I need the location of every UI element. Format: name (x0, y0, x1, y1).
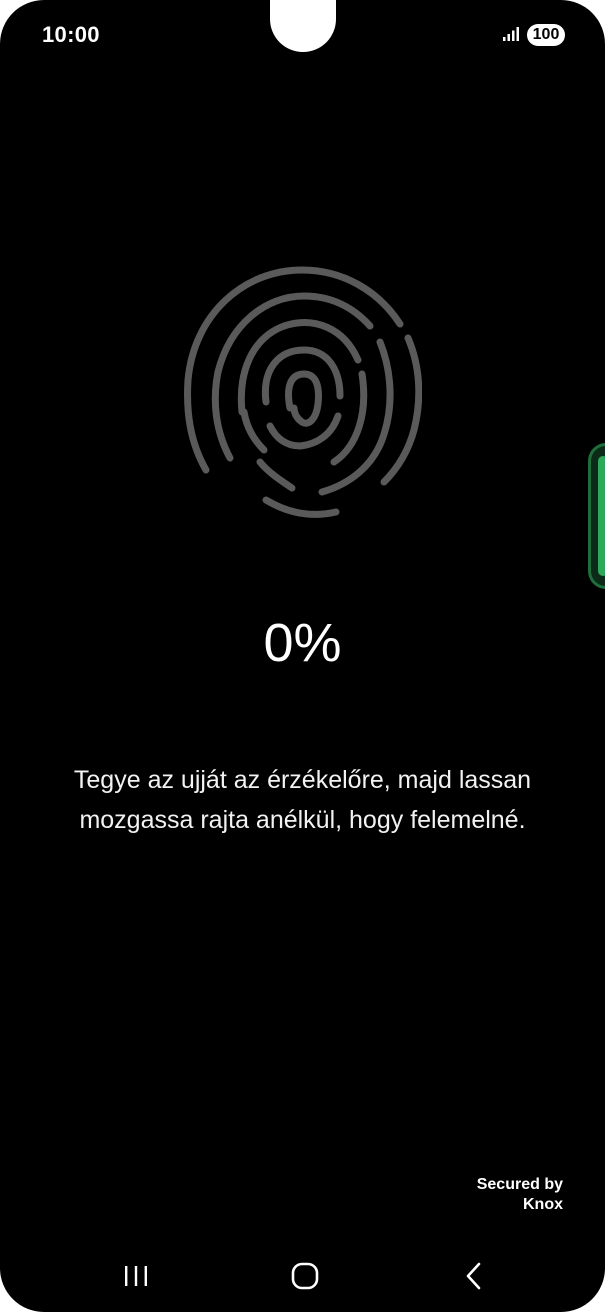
knox-badge: Secured by Knox (477, 1175, 563, 1215)
navigation-bar (0, 1250, 605, 1302)
enrollment-instruction: Tegye az ujját az érzékelőre, majd lassa… (73, 766, 532, 834)
home-icon (291, 1262, 319, 1290)
phone-screen: 10:00 100 0% Tegye az ujját az érzékelőr (0, 0, 605, 1312)
fingerprint-icon (184, 266, 422, 518)
home-button[interactable] (275, 1250, 335, 1302)
status-time: 10:00 (42, 22, 100, 47)
knox-brand: Knox (523, 1196, 563, 1213)
edge-panel-handle-bar (598, 456, 605, 576)
recents-button[interactable] (106, 1250, 166, 1302)
knox-secured-by: Secured by (476, 1176, 563, 1193)
status-bar: 10:00 100 (0, 0, 605, 70)
battery-indicator: 100 (527, 24, 565, 46)
recents-icon (125, 1266, 147, 1286)
enrollment-progress: 0% (263, 613, 342, 673)
back-button[interactable] (444, 1250, 504, 1302)
back-icon (466, 1262, 481, 1290)
edge-panel-handle[interactable] (588, 443, 605, 589)
signal-bars-icon (503, 27, 519, 41)
